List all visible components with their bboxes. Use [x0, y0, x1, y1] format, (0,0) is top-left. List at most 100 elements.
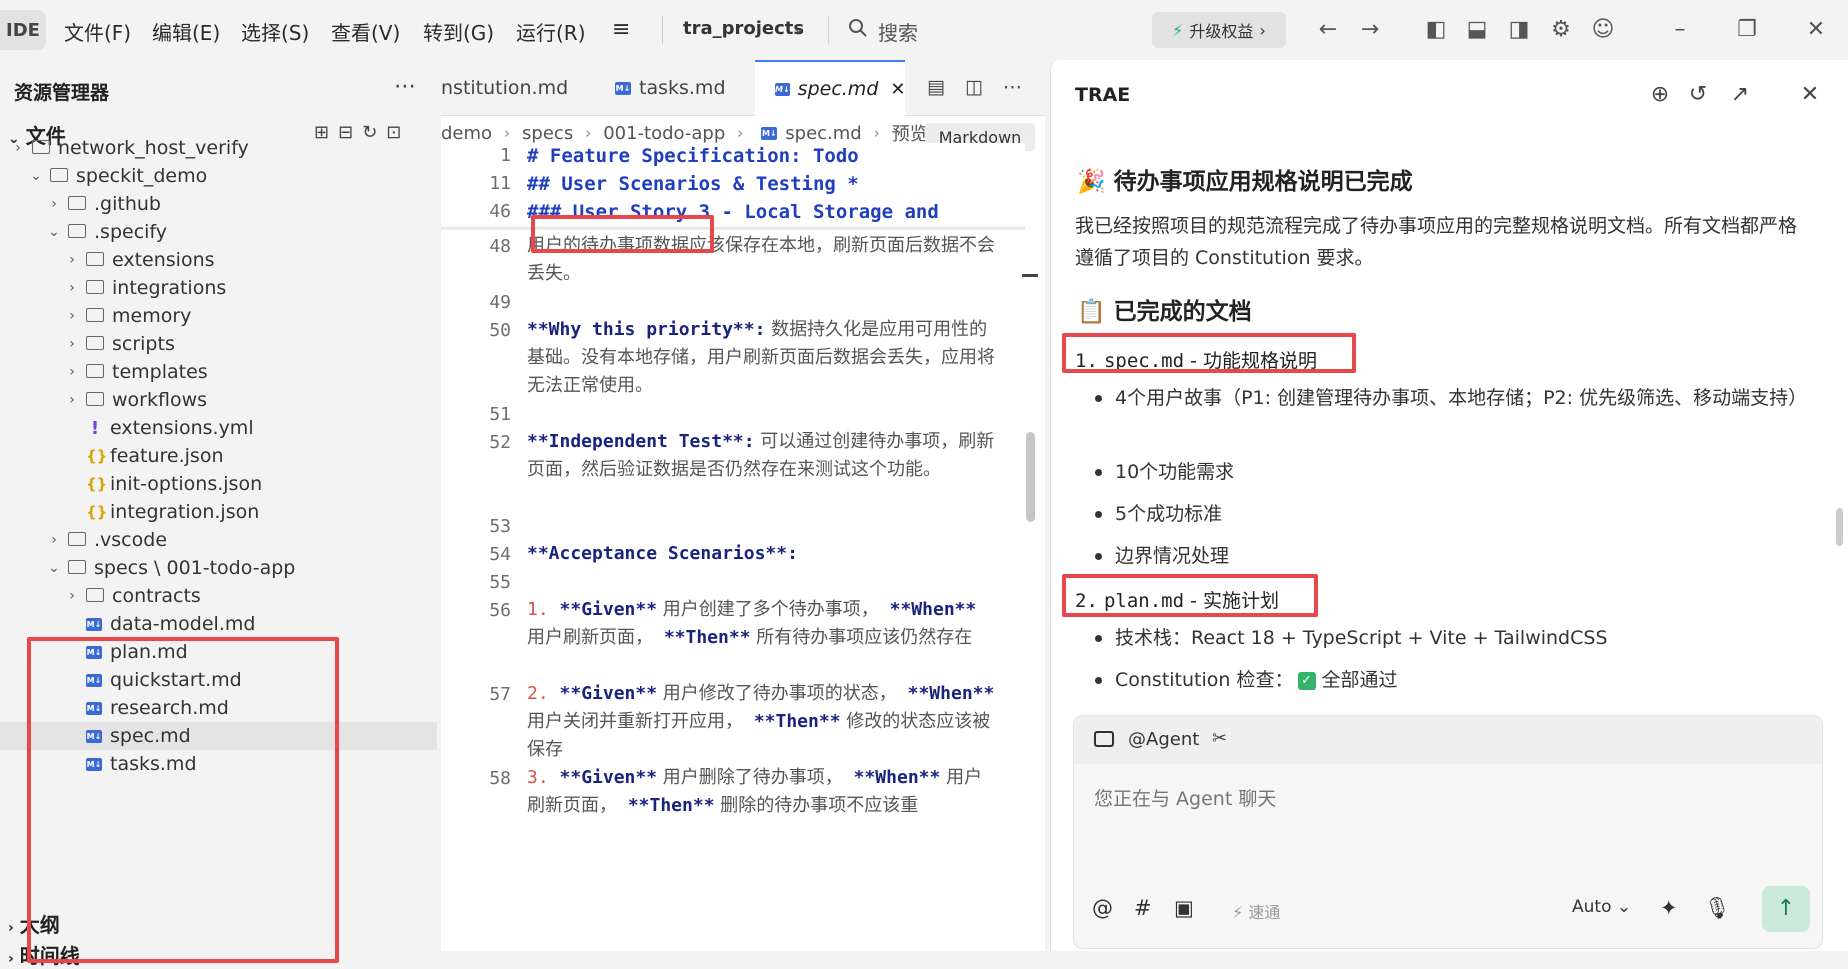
line-number: 50 — [489, 320, 511, 341]
tree-item[interactable]: {} feature.json — [0, 442, 437, 470]
sticky-scroll-line[interactable]: 46 ### User Story 3 - Local Storage and — [441, 199, 1025, 227]
agent-label[interactable]: @Agent — [1128, 729, 1199, 750]
json-file-icon: {} — [86, 503, 108, 521]
speed-label: 速通 — [1248, 903, 1281, 922]
forward-arrow-icon[interactable]: → — [1356, 16, 1384, 44]
tree-item[interactable]: ⌄ .specify — [0, 218, 437, 246]
toggle-panel-icon[interactable]: ⬓ — [1463, 16, 1491, 44]
close-tab-icon[interactable]: ✕ — [890, 79, 905, 100]
list-item: 10个功能需求 — [1095, 456, 1815, 488]
sticky-scroll-line[interactable]: 11 ## User Scenarios & Testing * — [441, 171, 1025, 199]
item-file[interactable]: spec.md — [1104, 350, 1184, 372]
sticky-scroll-line[interactable]: 1 # Feature Specification: Todo — [441, 143, 1025, 171]
history-icon[interactable]: ↺ — [1685, 82, 1711, 108]
tree-item[interactable]: › workflows — [0, 386, 437, 414]
menu-file[interactable]: 文件(F) — [64, 17, 131, 46]
maximize-icon[interactable]: ❐ — [1733, 16, 1761, 44]
tools-icon[interactable]: ✂ — [1212, 728, 1227, 749]
chevron-down-icon[interactable]: ⌄ — [792, 18, 805, 37]
preview-toggle-icon[interactable]: ▤ — [927, 76, 945, 98]
toggle-sidebar-icon[interactable]: ◧ — [1422, 16, 1450, 44]
menu-select[interactable]: 选择(S) — [241, 17, 309, 46]
tree-item[interactable]: › network_host_verify — [0, 134, 437, 162]
message-paragraph: 我已经按照项目的规范流程完成了待办事项应用的完整规格说明文档。所有文档都严格遵循… — [1075, 215, 1798, 269]
ide-tag[interactable]: IDE — [0, 10, 46, 50]
close-icon[interactable]: ✕ — [1802, 16, 1830, 44]
split-editor-icon[interactable]: ◫ — [965, 76, 983, 98]
chevron-right-icon: › — [8, 920, 14, 936]
tree-item[interactable]: {} init-options.json — [0, 470, 437, 498]
search-label[interactable]: 搜索 — [878, 17, 918, 46]
back-arrow-icon[interactable]: ← — [1314, 16, 1342, 44]
speed-toggle[interactable]: ⚡ 速通 — [1232, 899, 1280, 923]
mode-selector[interactable]: Auto ⌄ — [1572, 897, 1631, 917]
minimize-icon[interactable]: – — [1666, 16, 1694, 44]
tab-constitution[interactable]: nstitution.md — [441, 60, 581, 116]
open-external-icon[interactable]: ↗ — [1727, 82, 1753, 108]
tree-item[interactable]: ⌄ specs \ 001-todo-app — [0, 554, 437, 582]
code-line: 2. **Given** 用户修改了待办事项的状态， **When** 用户关闭… — [527, 680, 997, 764]
menu-view[interactable]: 查看(V) — [331, 17, 400, 46]
project-selector[interactable]: tra_projects — [683, 18, 804, 39]
more-icon[interactable]: ⋯ — [394, 74, 416, 99]
more-actions-icon[interactable]: ⋯ — [1003, 76, 1022, 98]
menu-edit[interactable]: 编辑(E) — [152, 17, 220, 46]
tree-item[interactable]: › contracts — [0, 582, 437, 610]
tree-item[interactable]: M↓ tasks.md — [0, 750, 437, 778]
list-item: 4个用户故事（P1: 创建管理待办事项、本地存储；P2: 优先级筛选、移动端支持… — [1095, 382, 1815, 414]
upgrade-button[interactable]: ⚡ 升级权益 › — [1152, 12, 1286, 48]
microphone-icon[interactable]: 🎙 — [1704, 896, 1731, 921]
chat-scrollbar[interactable] — [1836, 508, 1843, 546]
agent-selector-bar[interactable]: @Agent ✂ — [1074, 716, 1822, 764]
sparkle-icon[interactable]: ✦ — [1660, 896, 1678, 920]
send-button[interactable]: ↑ — [1762, 886, 1810, 932]
menu-run[interactable]: 运行(R) — [516, 17, 586, 46]
markdown-file-icon: M↓ — [86, 701, 102, 715]
tree-item[interactable]: M↓ data-model.md — [0, 610, 437, 638]
outline-section-header[interactable]: › 大纲 — [8, 909, 60, 938]
tree-item[interactable]: M↓ research.md — [0, 694, 437, 722]
chevron-right-icon: › — [585, 124, 592, 142]
close-icon[interactable]: ✕ — [1797, 82, 1823, 108]
toggle-right-panel-icon[interactable]: ◨ — [1505, 16, 1533, 44]
tree-item-label: spec.md — [110, 725, 191, 747]
tree-item[interactable]: › extensions — [0, 246, 437, 274]
bold-marker: **Acceptance Scenarios**: — [527, 543, 798, 564]
image-icon[interactable]: ▣ — [1174, 896, 1194, 920]
tree-item[interactable]: › .github — [0, 190, 437, 218]
tree-item[interactable]: M↓ spec.md — [0, 722, 437, 750]
gear-icon[interactable]: ⚙ — [1547, 16, 1575, 44]
timeline-section-header[interactable]: › 时间线 — [8, 940, 80, 969]
tree-item[interactable]: › .vscode — [0, 526, 437, 554]
chat-input[interactable] — [1094, 788, 1794, 810]
breadcrumb-item[interactable]: specs — [522, 123, 573, 144]
tab-tasks[interactable]: M↓ tasks.md — [583, 60, 733, 116]
breadcrumb-item[interactable]: demo — [441, 123, 492, 144]
item-file[interactable]: plan.md — [1104, 590, 1184, 612]
hash-icon[interactable]: # — [1134, 896, 1152, 920]
line-number: 48 — [489, 236, 511, 257]
mention-icon[interactable]: @ — [1092, 896, 1113, 920]
tab-spec[interactable]: M↓ spec.md ✕ — [755, 60, 905, 116]
breadcrumb-item[interactable]: spec.md — [785, 123, 861, 144]
account-icon[interactable]: ☺ — [1589, 16, 1617, 44]
tree-item[interactable]: ⌄ speckit_demo — [0, 162, 437, 190]
tree-item[interactable]: M↓ quickstart.md — [0, 666, 437, 694]
line-number: 53 — [489, 516, 511, 537]
breadcrumb-item[interactable]: 001-todo-app — [603, 123, 725, 144]
editor-scrollbar[interactable] — [1026, 432, 1035, 522]
folder-icon — [68, 224, 86, 238]
tree-item[interactable]: › memory — [0, 302, 437, 330]
tree-item-label: scripts — [112, 333, 175, 355]
tree-item[interactable]: › scripts — [0, 330, 437, 358]
tree-item[interactable]: M↓ plan.md — [0, 638, 437, 666]
tree-item[interactable]: ! extensions.yml — [0, 414, 437, 442]
tree-item[interactable]: › integrations — [0, 274, 437, 302]
tree-item-label: tasks.md — [110, 753, 197, 775]
tree-item[interactable]: › templates — [0, 358, 437, 386]
search-icon[interactable] — [848, 18, 868, 38]
menu-goto[interactable]: 转到(G) — [423, 17, 494, 46]
new-chat-icon[interactable]: ⊕ — [1647, 82, 1673, 108]
hamburger-menu-icon[interactable]: ≡ — [612, 17, 630, 42]
tree-item[interactable]: {} integration.json — [0, 498, 437, 526]
